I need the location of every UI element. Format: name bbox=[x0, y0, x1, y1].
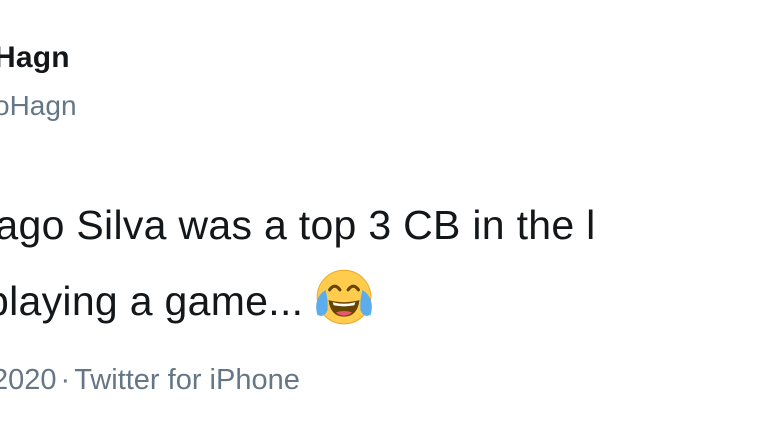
author-handle[interactable]: oHagn bbox=[0, 90, 77, 122]
tweet-text: iago Silva was a top 3 CB in the l playi… bbox=[0, 187, 768, 339]
tweet-text-line-2: playing a game... bbox=[0, 263, 768, 339]
tweet-date[interactable]: 2020 bbox=[0, 364, 57, 396]
tweet-text-line-2-content: playing a game... bbox=[0, 278, 304, 324]
tweet-card: Hagn oHagn iago Silva was a top 3 CB in … bbox=[0, 0, 768, 432]
tweet-meta: 2020 · Twitter for iPhone bbox=[0, 364, 300, 397]
author-display-name[interactable]: Hagn bbox=[0, 41, 70, 75]
tweet-text-line-1: iago Silva was a top 3 CB in the l bbox=[0, 202, 596, 248]
meta-separator: · bbox=[60, 364, 71, 396]
face-with-tears-of-joy-icon bbox=[316, 269, 373, 325]
tweet-source-link[interactable]: Twitter for iPhone bbox=[74, 364, 300, 396]
